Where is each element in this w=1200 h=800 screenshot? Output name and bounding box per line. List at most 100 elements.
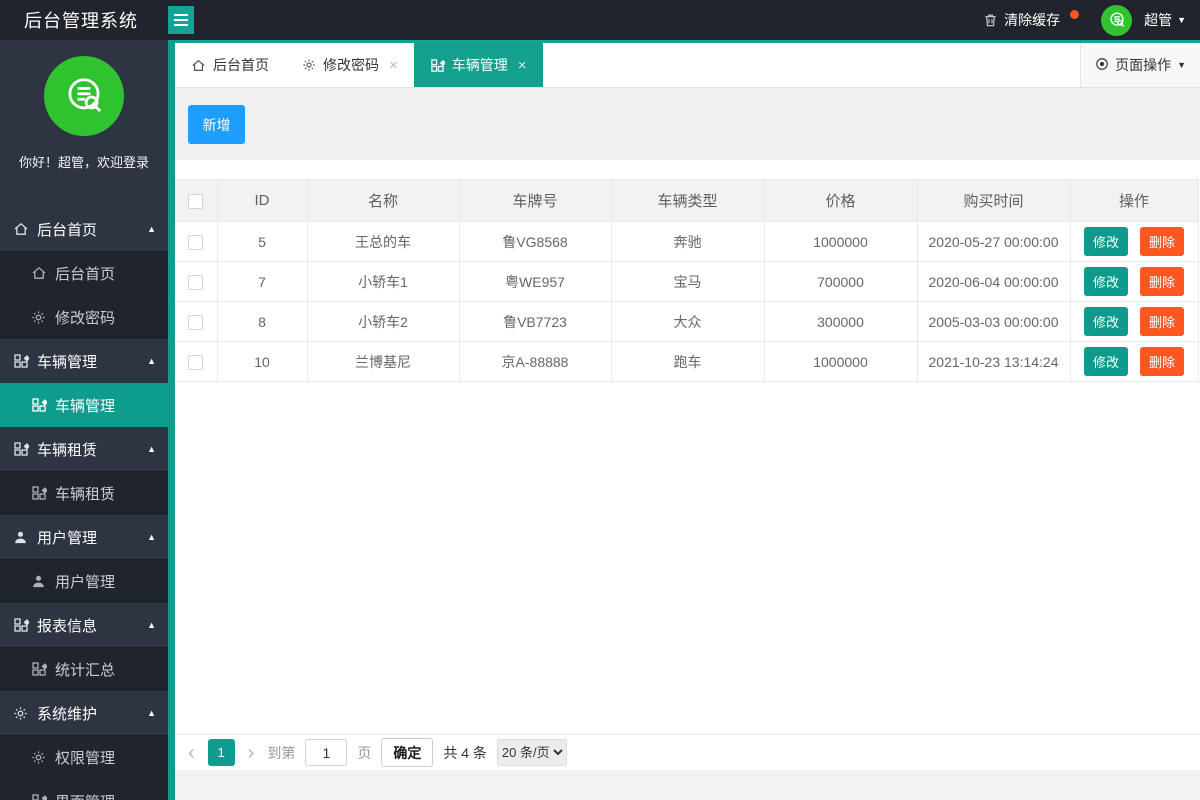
- tab-label: 修改密码: [323, 57, 379, 73]
- close-icon[interactable]: ×: [518, 57, 527, 74]
- sidebar-item-label: 报表信息: [37, 617, 98, 635]
- table-row: 5 王总的车 鲁VG8568 奔驰 1000000 2020-05-27 00:…: [175, 221, 1199, 262]
- caret-down-icon: ▼: [1177, 15, 1186, 25]
- sidebar-item-user-mgmt[interactable]: 用户管理: [0, 559, 168, 603]
- sidebar-item-vehicle-rental[interactable]: 车辆租赁: [0, 471, 168, 515]
- table-row: 8 小轿车2 鲁VB7723 大众 300000 2005-03-03 00:0…: [175, 301, 1199, 342]
- sidebar-item-vehicle-rental-parent[interactable]: 车辆租赁 ▲: [0, 427, 168, 471]
- page-input[interactable]: [305, 739, 348, 766]
- edit-button[interactable]: 修改: [1084, 227, 1129, 256]
- sidebar-item-label: 权限管理: [55, 749, 116, 767]
- sidebar-item-user-mgmt-parent[interactable]: 用户管理 ▲: [0, 515, 168, 559]
- collapse-arrow-icon: ▲: [147, 444, 156, 454]
- row-checkbox[interactable]: [188, 274, 204, 290]
- page-number-button[interactable]: 1: [207, 739, 235, 766]
- username: 超管: [1144, 12, 1173, 28]
- cell-price: 1000000: [763, 341, 918, 382]
- sidebar-item-system-maintenance-parent[interactable]: 系统维护 ▲: [0, 691, 168, 735]
- cell-type: 宝马: [610, 261, 765, 302]
- delete-button[interactable]: 删除: [1139, 227, 1184, 256]
- sidebar-item-report-parent[interactable]: 报表信息 ▲: [0, 603, 168, 647]
- edit-button[interactable]: 修改: [1084, 307, 1129, 336]
- select-all-checkbox[interactable]: [188, 193, 204, 209]
- goto-suffix-label: 页: [357, 744, 372, 761]
- sidebar-item-label: 车辆管理: [55, 397, 116, 415]
- goto-prefix-label: 到第: [267, 744, 296, 761]
- tab-change-password[interactable]: 修改密码 ×: [285, 43, 414, 87]
- cell-time: 2020-05-27 00:00:00: [916, 221, 1071, 262]
- cell-plate: 鲁VG8568: [458, 221, 612, 262]
- top-header: 后台管理系统 清除缓存 超管 ▼: [0, 0, 1200, 40]
- cell-name: 小轿车1: [306, 261, 460, 302]
- edit-button[interactable]: 修改: [1084, 267, 1129, 296]
- prev-page-icon[interactable]: ‹: [185, 743, 198, 763]
- page-operations-dropdown[interactable]: 页面操作 ▼: [1080, 43, 1200, 87]
- page-operations-label: 页面操作: [1115, 57, 1172, 73]
- grid-icon: [12, 617, 29, 634]
- sidebar-profile: 你好！超管，欢迎登录: [0, 56, 168, 207]
- table-toolbar: 新增: [175, 88, 1200, 160]
- home-icon: [30, 265, 47, 282]
- tab-bar: 后台首页 修改密码 × 车辆管理 × 页面操作 ▼: [175, 43, 1200, 88]
- cell-price: 700000: [763, 261, 918, 302]
- add-button[interactable]: 新增: [188, 105, 245, 144]
- sidebar-item-home[interactable]: 后台首页: [0, 251, 168, 295]
- table-row: 10 兰博基尼 京A-88888 跑车 1000000 2021-10-23 1…: [175, 341, 1199, 382]
- bottom-strip: [175, 770, 1200, 800]
- sidebar-item-vehicle-mgmt[interactable]: 车辆管理: [0, 383, 168, 427]
- cell-name: 小轿车2: [306, 301, 460, 342]
- cell-time: 2005-03-03 00:00:00: [916, 301, 1071, 342]
- caret-down-icon: ▼: [1177, 60, 1186, 70]
- tab-home[interactable]: 后台首页: [175, 43, 285, 87]
- sidebar-item-interface-mgmt[interactable]: 界面管理: [0, 779, 168, 800]
- sidebar-item-change-password[interactable]: 修改密码: [0, 295, 168, 339]
- confirm-button[interactable]: 确定: [381, 738, 434, 767]
- cell-time: 2020-06-04 00:00:00: [916, 261, 1071, 302]
- delete-button[interactable]: 删除: [1139, 267, 1184, 296]
- collapse-arrow-icon: ▲: [147, 620, 156, 630]
- sidebar-item-permission-mgmt[interactable]: 权限管理: [0, 735, 168, 779]
- column-header-plate: 车牌号: [458, 179, 612, 222]
- column-header-time: 购买时间: [916, 179, 1071, 222]
- cell-time: 2021-10-23 13:14:24: [916, 341, 1071, 382]
- sidebar-item-label: 界面管理: [55, 791, 115, 800]
- row-checkbox[interactable]: [188, 354, 204, 370]
- pagination-bar: ‹ 1 › 到第 页 确定 共 4 条 20 条/页: [175, 734, 1200, 770]
- close-icon[interactable]: ×: [389, 57, 398, 74]
- delete-button[interactable]: 删除: [1139, 307, 1184, 336]
- welcome-text: 你好！超管，欢迎登录: [18, 155, 149, 170]
- grid-icon: [430, 58, 445, 73]
- user-dropdown[interactable]: 超管 ▼: [1144, 10, 1186, 30]
- gear-icon: [30, 749, 47, 766]
- row-checkbox[interactable]: [188, 314, 204, 330]
- cell-id: 7: [216, 261, 308, 302]
- app-title: 后台管理系统: [24, 11, 138, 31]
- row-checkbox[interactable]: [188, 234, 204, 250]
- grid-icon: [30, 793, 47, 800]
- cell-name: 兰博基尼: [306, 341, 460, 382]
- cell-plate: 鲁VB7723: [458, 301, 612, 342]
- avatar[interactable]: [1101, 4, 1133, 36]
- cell-id: 5: [216, 221, 308, 262]
- sidebar-item-home-parent[interactable]: 后台首页 ▲: [0, 207, 168, 251]
- gear-icon: [30, 309, 47, 326]
- sidebar-item-vehicle-mgmt-parent[interactable]: 车辆管理 ▲: [0, 339, 168, 383]
- cell-name: 王总的车: [306, 221, 460, 262]
- clear-cache-button[interactable]: 清除缓存: [983, 9, 1080, 30]
- sidebar-item-label: 后台首页: [37, 221, 98, 239]
- table-panel: ID 名称 车牌号 车辆类型 价格 购买时间 操作 5 王总的车 鲁VG8568…: [175, 160, 1200, 800]
- delete-button[interactable]: 删除: [1139, 347, 1184, 376]
- next-page-icon[interactable]: ›: [245, 743, 258, 763]
- sidebar-item-label: 车辆租赁: [37, 441, 98, 459]
- edit-button[interactable]: 修改: [1084, 347, 1129, 376]
- sidebar-item-stats-summary[interactable]: 统计汇总: [0, 647, 168, 691]
- vehicle-table: ID 名称 车牌号 车辆类型 价格 购买时间 操作 5 王总的车 鲁VG8568…: [175, 179, 1199, 382]
- grid-icon: [12, 353, 29, 370]
- sidebar-item-label: 系统维护: [37, 705, 98, 723]
- page-size-select[interactable]: 20 条/页: [496, 739, 567, 766]
- cell-type: 奔驰: [610, 221, 765, 262]
- grid-icon: [30, 661, 47, 678]
- sidebar-toggle-button[interactable]: [168, 6, 194, 34]
- tab-vehicle-mgmt[interactable]: 车辆管理 ×: [413, 43, 543, 87]
- cell-price: 1000000: [763, 221, 918, 262]
